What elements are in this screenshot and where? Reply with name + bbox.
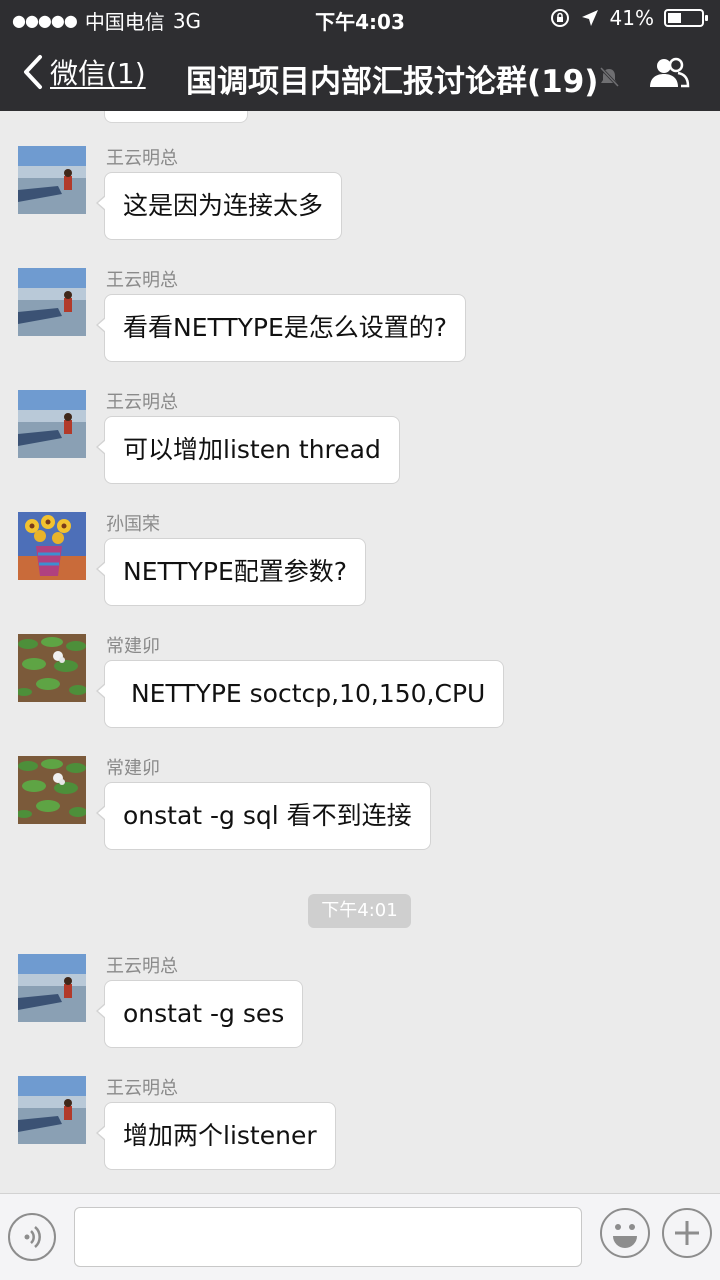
sender-avatar[interactable] [18,146,86,214]
lake-avatar [18,146,86,214]
plants-avatar [18,756,86,824]
message-bubble[interactable]: onstat -g ses [95,980,304,1048]
sender-name: 王云明总 [106,392,178,413]
message-item: 王云明总 增加两个listener [0,1076,720,1186]
rotation-lock-icon [550,9,569,27]
sender-avatar[interactable] [18,954,86,1022]
message-bubble[interactable]: 这是因为连接太多 [95,172,343,240]
sender-name: 孙国荣 [106,514,160,535]
status-bar: ●●●●● 中国电信 3G 下午4:03 41% [0,0,720,38]
location-arrow-icon [581,10,598,26]
message-bubble[interactable]: onstat -g sql 看不到连接 [96,782,431,850]
more-options-button[interactable] [662,1208,712,1258]
nav-bar: 微信(1) 国调项目内部汇报讨论群(19) [0,38,720,111]
sender-name: 王云明总 [106,956,178,977]
message-item: 常建卯 NETTYPE soctcp,10,150,CPU [0,634,720,744]
message-bubble[interactable]: 增加两个listener [96,1102,336,1170]
message-item: 王云明总 这是因为连接太多 [0,146,720,256]
sender-name: 王云明总 [106,148,178,169]
emoji-button[interactable] [600,1208,650,1258]
sender-avatar[interactable] [18,512,86,580]
page-title: 国调项目内部汇报讨论群(19) [186,64,599,100]
previous-message-bubble [104,111,248,123]
sender-name: 常建卯 [106,636,160,657]
message-bubble[interactable]: NETTYPE soctcp,10,150,CPU [95,660,505,728]
message-input[interactable] [74,1207,582,1267]
back-button[interactable]: 微信(1) [22,52,146,92]
smiley-icon [613,1224,637,1248]
sender-avatar[interactable] [18,756,86,824]
battery-level-fill [668,13,681,23]
sender-avatar[interactable] [18,634,86,702]
input-bar [0,1193,720,1280]
lake-avatar [18,390,86,458]
sender-name: 常建卯 [106,758,160,779]
voice-wave-icon [24,1226,41,1248]
message-item: 常建卯 onstat -g sql 看不到连接 [0,756,720,866]
mute-bell-icon [599,66,620,88]
message-item: 王云明总 onstat -g ses [0,954,720,1064]
message-item: 王云明总 可以增加listen thread [0,390,720,500]
message-bubble[interactable]: 看看NETTYPE是怎么设置的? [95,294,467,362]
sender-name: 王云明总 [106,1078,178,1099]
battery-icon [664,9,708,27]
lake-avatar [18,954,86,1022]
plants-avatar [18,634,86,702]
time-divider: 下午4:01 [308,894,411,928]
sender-avatar[interactable] [18,1076,86,1144]
sender-avatar[interactable] [18,390,86,458]
message-bubble[interactable]: 可以增加listen thread [96,416,400,484]
plus-icon [675,1221,699,1245]
sender-avatar[interactable] [18,268,86,336]
chevron-left-icon [24,55,42,89]
lake-avatar [18,1076,86,1144]
message-item: 王云明总 看看NETTYPE是怎么设置的? [0,268,720,378]
battery-percent: 41% [609,6,654,30]
group-members-icon[interactable] [648,56,690,90]
flower-avatar [18,512,86,580]
message-item: 孙国荣 NETTYPE配置参数? [0,512,720,622]
voice-input-button[interactable] [8,1213,56,1261]
lake-avatar [18,268,86,336]
status-right: 41% [550,6,708,30]
chat-area[interactable]: 王云明总 这是因为连接太多 王云明总 看看NETTYPE是怎么设置的? 王云明总… [0,111,720,1193]
sender-name: 王云明总 [106,270,178,291]
message-bubble[interactable]: NETTYPE配置参数? [95,538,367,606]
back-label: 微信(1) [50,57,146,90]
